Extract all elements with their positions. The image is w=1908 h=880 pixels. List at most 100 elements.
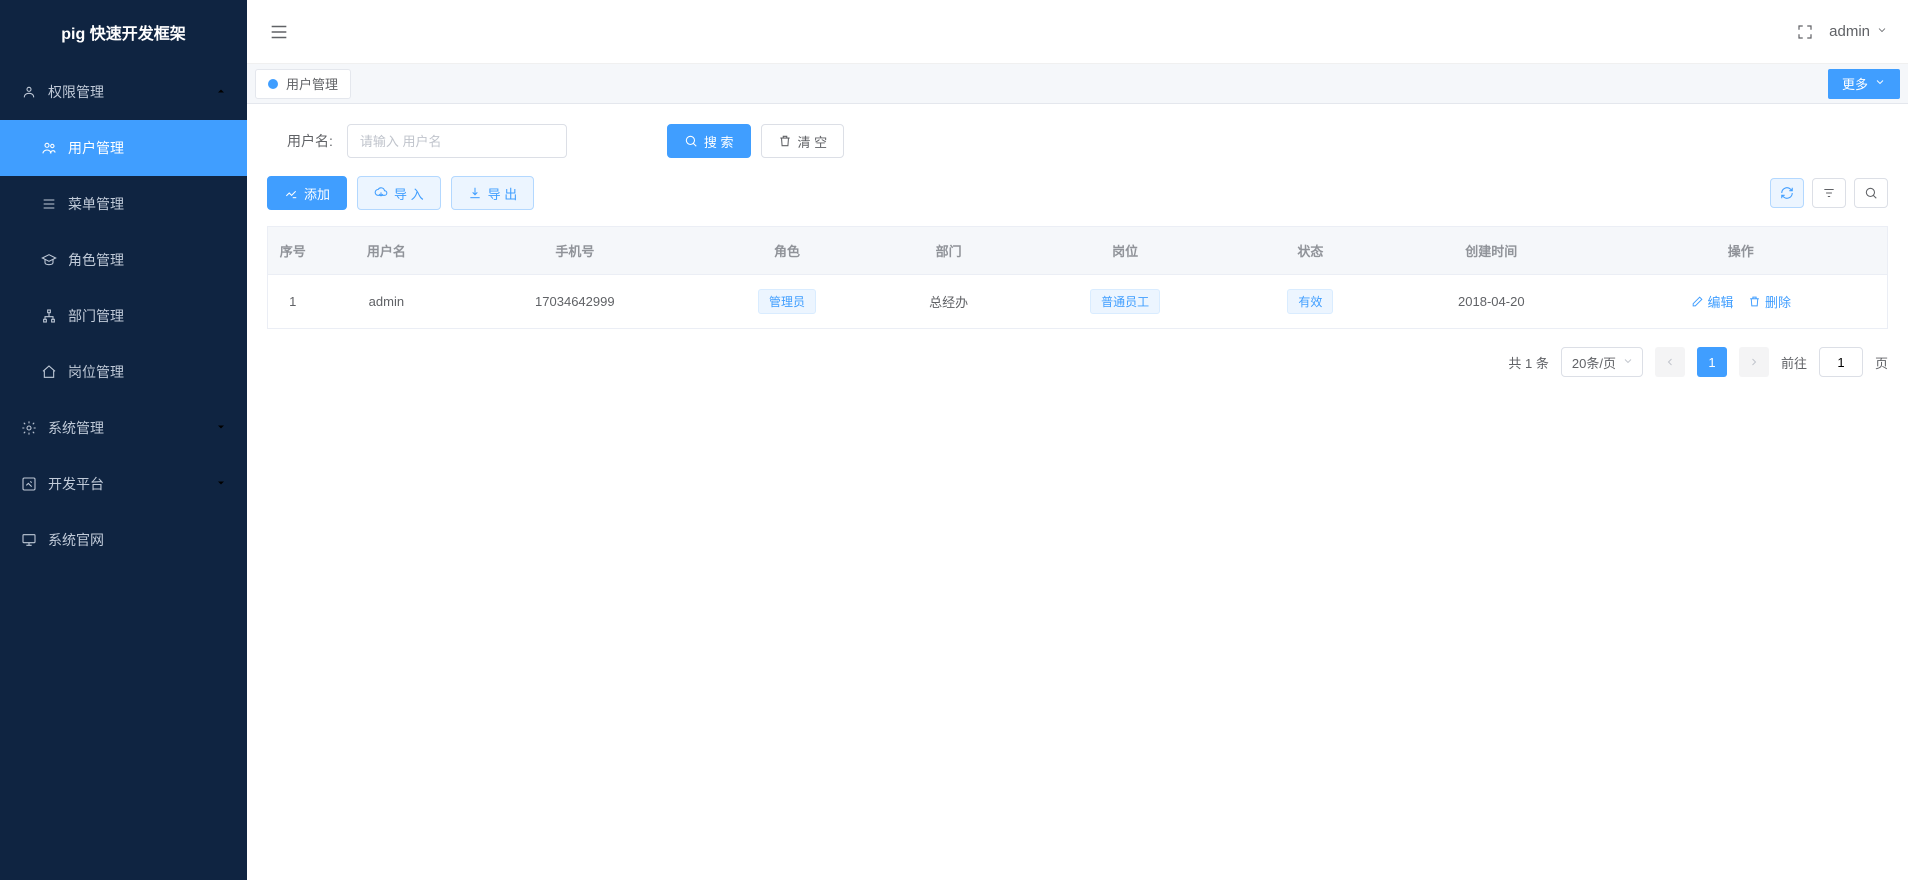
user-dropdown[interactable]: admin [1829,23,1888,40]
import-button[interactable]: 导 入 [357,176,441,210]
col-post: 岗位 [1017,227,1232,275]
edit-square-icon [20,475,38,493]
topbar: admin [247,0,1908,64]
cell-username: admin [318,275,456,329]
search-row: 用户名: 搜 索 清 空 [287,124,1888,158]
search-label: 用户名: [287,131,333,151]
sidebar: pig 快速开发框架 权限管理 用户管理 [0,0,247,880]
page-size-select[interactable]: 20条/页 [1561,347,1643,377]
sidebar-item-label: 菜单管理 [68,194,124,214]
sidebar-group-label: 系统管理 [48,418,104,438]
col-phone: 手机号 [455,227,694,275]
col-dept: 部门 [880,227,1018,275]
export-button-label: 导 出 [488,184,518,203]
add-button-label: 添加 [304,184,330,203]
cell-phone: 17034642999 [455,275,694,329]
edit-label: 编辑 [1708,292,1734,311]
chevron-down-icon [1876,23,1888,40]
username-search-input[interactable] [347,124,567,158]
clear-button-label: 清 空 [798,132,828,151]
jump-prefix: 前往 [1781,353,1807,372]
col-actions: 操作 [1595,227,1888,275]
cell-role: 管理员 [694,275,879,329]
post-tag: 普通员工 [1090,289,1160,314]
chevron-up-icon [215,84,227,100]
graduation-icon [40,251,58,269]
sidebar-group-label: 权限管理 [48,82,104,102]
user-table: 序号 用户名 手机号 角色 部门 岗位 状态 创建时间 操作 1 admin [267,226,1888,329]
list-icon [40,195,58,213]
users-icon [40,139,58,157]
page-number-1[interactable]: 1 [1697,347,1727,377]
jump-page-input[interactable] [1819,347,1863,377]
chevron-down-icon [215,476,227,492]
col-username: 用户名 [318,227,456,275]
pagination: 共 1 条 20条/页 1 前往 页 [267,347,1888,377]
next-page-button[interactable] [1739,347,1769,377]
active-dot-icon [268,79,278,89]
sidebar-item-role-management[interactable]: 角色管理 [0,232,247,288]
col-status: 状态 [1233,227,1388,275]
sidebar-item-menu-management[interactable]: 菜单管理 [0,176,247,232]
chevron-down-icon [215,420,227,436]
search-toggle-button[interactable] [1854,178,1888,208]
sidebar-item-user-management[interactable]: 用户管理 [0,120,247,176]
sidebar-item-label: 用户管理 [68,138,124,158]
refresh-button[interactable] [1770,178,1804,208]
monitor-icon [20,531,38,549]
tabs-more-button[interactable]: 更多 [1828,69,1900,99]
sidebar-item-official-site[interactable]: 系统官网 [0,512,247,568]
clear-button[interactable]: 清 空 [761,124,845,158]
chevron-down-icon [1874,76,1886,91]
more-label: 更多 [1842,74,1868,93]
page-size-value: 20条/页 [1572,353,1616,372]
tabs-bar: 用户管理 更多 [247,64,1908,104]
add-button[interactable]: 添加 [267,176,347,210]
hamburger-toggle[interactable] [267,20,291,44]
app-logo: pig 快速开发框架 [0,0,247,64]
search-button[interactable]: 搜 索 [667,124,751,158]
table-row: 1 admin 17034642999 管理员 总经办 普通员工 有效 2018… [268,275,1888,329]
role-tag: 管理员 [758,289,816,314]
cell-status: 有效 [1233,275,1388,329]
total-label: 共 1 条 [1508,353,1548,372]
tab-label: 用户管理 [286,74,338,93]
column-settings-button[interactable] [1812,178,1846,208]
import-button-label: 导 入 [394,184,424,203]
gear-icon [20,419,38,437]
sidebar-group-dev[interactable]: 开发平台 [0,456,247,512]
col-created: 创建时间 [1388,227,1595,275]
sidebar-item-label: 部门管理 [68,306,124,326]
sidebar-item-label: 系统官网 [48,530,104,550]
home-icon [40,363,58,381]
cell-created: 2018-04-20 [1388,275,1595,329]
search-button-label: 搜 索 [704,132,734,151]
tab-user-management[interactable]: 用户管理 [255,69,351,99]
user-shield-icon [20,83,38,101]
export-button[interactable]: 导 出 [451,176,535,210]
status-tag: 有效 [1287,289,1333,314]
sidebar-item-post-management[interactable]: 岗位管理 [0,344,247,400]
cell-actions: 编辑 删除 [1595,275,1888,329]
jump-suffix: 页 [1875,353,1888,372]
tree-icon [40,307,58,325]
col-index: 序号 [268,227,318,275]
cell-dept: 总经办 [880,275,1018,329]
sidebar-group-system[interactable]: 系统管理 [0,400,247,456]
sidebar-item-label: 岗位管理 [68,362,124,382]
sidebar-item-dept-management[interactable]: 部门管理 [0,288,247,344]
cell-post: 普通员工 [1017,275,1232,329]
sidebar-group-label: 开发平台 [48,474,104,494]
delete-button[interactable]: 删除 [1748,292,1791,311]
col-role: 角色 [694,227,879,275]
fullscreen-icon[interactable] [1795,22,1815,42]
delete-label: 删除 [1765,292,1791,311]
user-name: admin [1829,23,1870,40]
action-row: 添加 导 入 导 出 [267,176,1888,210]
chevron-down-icon [1622,355,1634,370]
cell-index: 1 [268,275,318,329]
sidebar-group-permission[interactable]: 权限管理 [0,64,247,120]
sidebar-item-label: 角色管理 [68,250,124,270]
prev-page-button[interactable] [1655,347,1685,377]
edit-button[interactable]: 编辑 [1691,292,1734,311]
